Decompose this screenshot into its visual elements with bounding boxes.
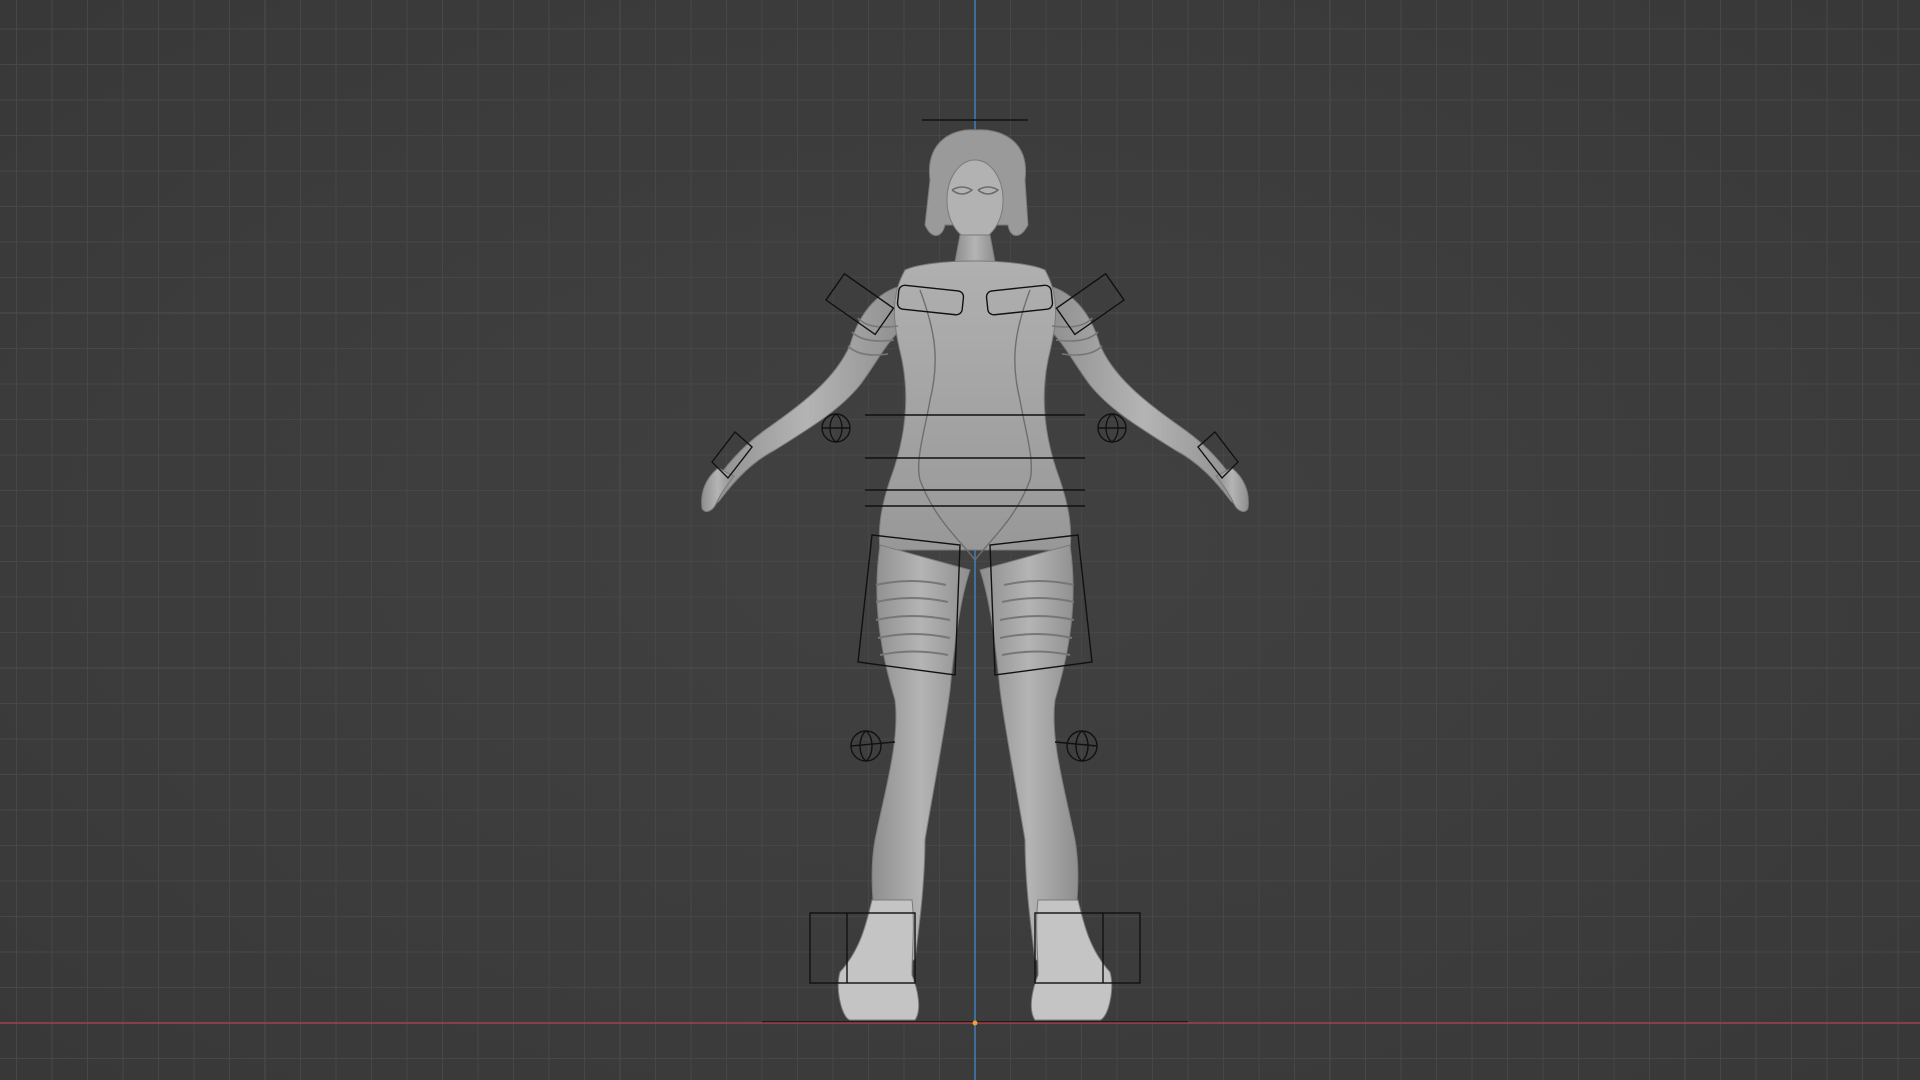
3d-viewport[interactable] — [0, 0, 1920, 1080]
boot-right — [1030, 899, 1113, 1021]
arm-left — [707, 284, 906, 505]
hand-right — [1215, 467, 1249, 512]
arm-right — [1044, 284, 1243, 505]
hand-left — [701, 467, 735, 512]
leg-left — [871, 544, 971, 961]
viewport-canvas[interactable] — [0, 0, 1920, 1080]
leg-right — [979, 544, 1079, 961]
knee-pole-right[interactable] — [1054, 730, 1098, 762]
elbow-pole-right[interactable] — [1097, 413, 1127, 443]
boot-left — [837, 899, 920, 1021]
neck — [954, 234, 996, 263]
origin-point — [972, 1020, 978, 1026]
face — [946, 159, 1004, 241]
elbow-pole-left[interactable] — [821, 413, 851, 443]
knee-pole-left[interactable] — [850, 730, 896, 762]
